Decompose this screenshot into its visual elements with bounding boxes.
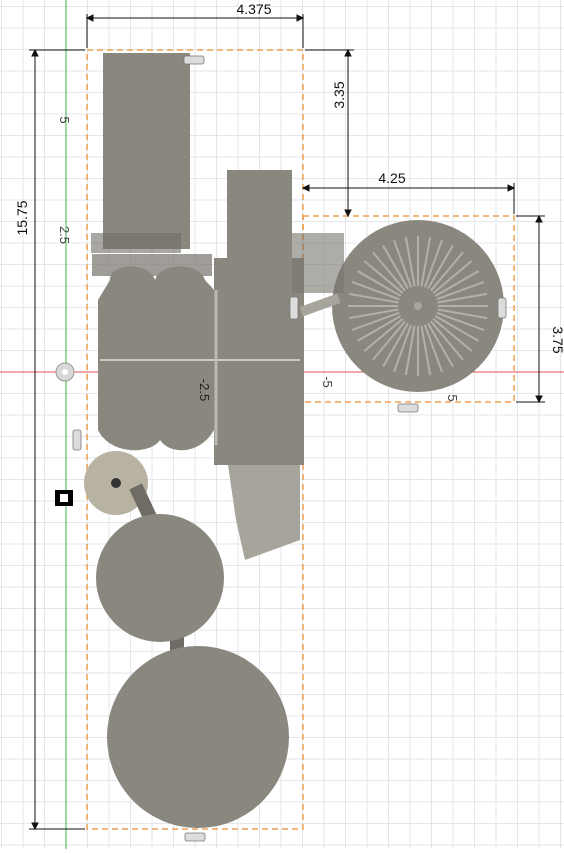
medium-tank[interactable] xyxy=(96,514,224,642)
constraint-marker-icon[interactable] xyxy=(289,296,299,320)
sketch-point-inner xyxy=(60,494,68,502)
tall-panel[interactable] xyxy=(103,53,190,249)
chute[interactable] xyxy=(228,465,300,560)
dim-total-height[interactable]: 15.75 xyxy=(14,200,30,235)
dim-top-width[interactable]: 4.375 xyxy=(236,1,271,17)
origin-icon-inner xyxy=(62,369,68,375)
axis-label-y-neg-5: 5 xyxy=(445,394,460,401)
axis-label-x-neg-5: -5 xyxy=(320,376,335,388)
axis-label-y-2-5: 2.5 xyxy=(57,226,72,244)
lobed-housing[interactable] xyxy=(98,266,214,451)
dim-right-height[interactable]: 3.75 xyxy=(550,326,564,353)
dim-right-width[interactable]: 4.25 xyxy=(378,170,405,186)
center-column[interactable] xyxy=(227,170,292,265)
constraint-marker-icon[interactable] xyxy=(184,832,206,842)
turntable-hub xyxy=(414,302,422,310)
axis-label-y-5: 5 xyxy=(57,116,72,123)
mesh-strip xyxy=(91,233,181,253)
constraint-marker-icon[interactable] xyxy=(397,403,419,413)
hub-center xyxy=(111,478,121,488)
dim-right-gap[interactable]: 3.35 xyxy=(331,81,347,108)
constraint-marker-icon[interactable] xyxy=(183,55,205,65)
constraint-marker-icon[interactable] xyxy=(72,429,82,451)
constraint-marker-icon[interactable] xyxy=(497,297,507,319)
large-tank[interactable] xyxy=(107,646,289,828)
disc-mesh xyxy=(292,233,344,293)
cad-canvas[interactable]: 4.375 3.35 4.25 3.75 15.75 5 2.5 -2.5 -5… xyxy=(0,0,564,849)
center-body[interactable] xyxy=(214,258,304,465)
axis-label-x-neg-2-5: -2.5 xyxy=(197,379,212,401)
model-body[interactable] xyxy=(84,53,504,828)
